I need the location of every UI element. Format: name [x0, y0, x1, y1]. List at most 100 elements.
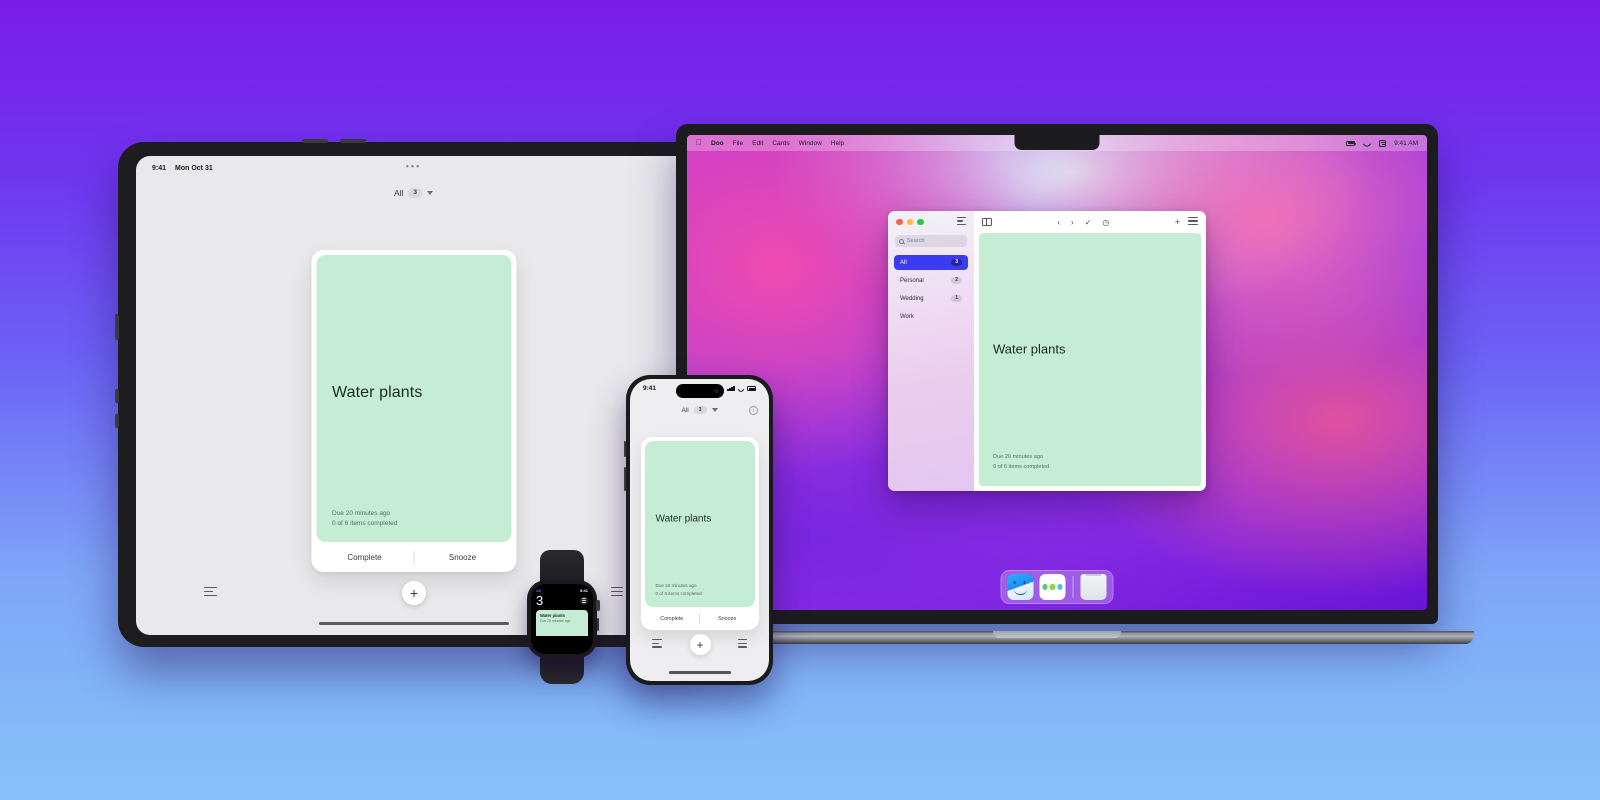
- tablet-volume-down-button[interactable]: [340, 139, 366, 143]
- tablet-card-actions: Complete Snooze: [316, 542, 511, 572]
- tablet-filter-label: All: [393, 188, 404, 198]
- sidebar-item-count: 1: [951, 294, 962, 303]
- toolbar-right-controls: +: [1175, 217, 1198, 227]
- watch-task-card[interactable]: Water plants Due 20 minutes ago: [536, 610, 588, 636]
- watch-screen: All 9:41 3 Water plants Due 20 minutes a…: [531, 584, 593, 654]
- macbook-lid:  Doo File Edit Cards Window Help 9:41 A…: [676, 124, 1438, 624]
- sidebar-item-personal[interactable]: Personal 2: [894, 273, 968, 288]
- wifi-icon[interactable]: [1363, 140, 1371, 146]
- mac-card-meta: Due 20 minutes ago 0 of 6 items complete…: [993, 453, 1049, 473]
- tablet-home-indicator[interactable]: [318, 622, 509, 625]
- complete-check-icon[interactable]: ✓: [1085, 218, 1092, 227]
- watch-count-row: 3: [536, 594, 588, 607]
- iphone-filter-count: 3: [693, 406, 707, 414]
- watch-body: All 9:41 3 Water plants Due 20 minutes a…: [527, 580, 600, 658]
- apple-watch-device: All 9:41 3 Water plants Due 20 minutes a…: [524, 550, 600, 684]
- control-center-icon[interactable]: [1379, 139, 1387, 147]
- tablet-task-card[interactable]: Water plants Due 20 minutes ago 0 of 6 i…: [311, 250, 516, 572]
- hamburger-icon[interactable]: [580, 596, 588, 605]
- sidebar-filter-icon[interactable]: [957, 217, 966, 226]
- close-button[interactable]: [896, 218, 903, 226]
- cellular-signal-icon: [727, 386, 735, 391]
- menu-item-help[interactable]: Help: [831, 140, 844, 147]
- mac-task-card[interactable]: Water plants Due 20 minutes ago 0 of 6 i…: [979, 233, 1201, 486]
- macbook-screen:  Doo File Edit Cards Window Help 9:41 A…: [687, 135, 1427, 610]
- mac-menu-clock[interactable]: 9:41 AM: [1394, 140, 1418, 147]
- app-toolbar: ‹ › ✓ ◷ +: [974, 211, 1206, 233]
- apple-logo-icon[interactable]: : [696, 139, 702, 147]
- iphone-card-title: Water plants: [655, 513, 712, 525]
- mac-card-title: Water plants: [993, 341, 1066, 357]
- iphone-complete-button[interactable]: Complete: [645, 616, 700, 622]
- mac-menu-items:  Doo File Edit Cards Window Help: [696, 139, 844, 147]
- add-icon[interactable]: +: [1175, 217, 1180, 227]
- filter-icon[interactable]: [652, 638, 662, 651]
- tablet-card-body: Water plants Due 20 minutes ago 0 of 6 i…: [316, 255, 511, 542]
- multitask-dots-icon[interactable]: •••: [406, 162, 421, 171]
- search-input[interactable]: Search: [895, 235, 967, 247]
- macbook-base-notch: [993, 631, 1121, 638]
- tablet-volume-up-button[interactable]: [302, 139, 328, 143]
- iphone-add-button[interactable]: +: [689, 634, 711, 655]
- menu-item-edit[interactable]: Edit: [752, 140, 763, 147]
- watch-side-button[interactable]: [596, 618, 599, 631]
- doo-dot-2: [1049, 584, 1056, 590]
- mac-card-progress: 0 of 6 items completed: [993, 464, 1050, 471]
- snooze-clock-icon[interactable]: ◷: [1102, 218, 1109, 227]
- menu-item-cards[interactable]: Cards: [772, 140, 789, 147]
- hamburger-icon[interactable]: [611, 587, 623, 599]
- mac-menu-status: 9:41 AM: [1346, 139, 1418, 147]
- app-sidebar: Search All 3 Personal 2 Wedding 1 Work: [888, 211, 974, 491]
- iphone-volume-down-button[interactable]: [624, 467, 626, 491]
- trash-icon[interactable]: [1080, 574, 1107, 600]
- iphone-card-body: Water plants Due 20 minutes ago 0 of 6 i…: [644, 441, 755, 607]
- tablet-device: 9:41 Mon Oct 31 ••• All 3 Water plants D…: [115, 139, 703, 647]
- search-placeholder: Search: [907, 238, 925, 244]
- tablet-filter-dropdown[interactable]: All 3: [393, 188, 434, 198]
- back-icon[interactable]: ‹: [1057, 218, 1060, 227]
- tablet-snooze-button[interactable]: Snooze: [414, 553, 511, 562]
- iphone-filter-dropdown[interactable]: All 3: [681, 406, 718, 414]
- tablet-complete-button[interactable]: Complete: [316, 553, 413, 562]
- menu-item-file[interactable]: File: [733, 140, 743, 147]
- sidebar-item-work[interactable]: Work: [894, 309, 968, 324]
- list-menu-icon[interactable]: [1188, 217, 1198, 226]
- doo-dot-1: [1042, 584, 1048, 590]
- doo-app-icon[interactable]: [1039, 574, 1066, 600]
- sidebar-item-all[interactable]: All 3: [894, 255, 968, 270]
- sidebar-item-wedding[interactable]: Wedding 1: [894, 291, 968, 306]
- maximize-button[interactable]: [917, 218, 924, 226]
- tablet-side-button-b[interactable]: [115, 414, 119, 428]
- iphone-volume-up-button[interactable]: [624, 441, 626, 457]
- watch-status-row: All 9:41: [536, 588, 588, 593]
- hamburger-icon[interactable]: [738, 638, 747, 651]
- filter-icon[interactable]: [204, 587, 217, 599]
- finder-icon[interactable]: [1007, 574, 1034, 600]
- battery-icon[interactable]: [1346, 140, 1357, 146]
- iphone-home-indicator[interactable]: [668, 671, 731, 674]
- iphone-task-card[interactable]: Water plants Due 20 minutes ago 0 of 6 i…: [640, 437, 759, 630]
- info-icon[interactable]: i: [749, 406, 758, 415]
- tablet-card-meta: Due 20 minutes ago 0 of 6 items complete…: [332, 509, 397, 530]
- iphone-card-meta: Due 20 minutes ago 0 of 6 items complete…: [656, 582, 702, 598]
- dynamic-island: [675, 384, 724, 398]
- sidebar-toggle-icon[interactable]: [982, 218, 992, 226]
- tablet-side-button-a[interactable]: [115, 389, 119, 403]
- tablet-header: All 3: [136, 188, 691, 198]
- window-titlebar: [888, 211, 974, 233]
- doo-dot-3: [1057, 584, 1063, 590]
- iphone-device: 9:41 All 3 i Water plants Due 20 minutes…: [624, 375, 773, 685]
- menu-item-doo[interactable]: Doo: [711, 140, 724, 147]
- tablet-power-button[interactable]: [115, 314, 119, 340]
- digital-crown[interactable]: [596, 600, 600, 611]
- tablet-bottom-toolbar: +: [136, 581, 691, 605]
- menu-item-window[interactable]: Window: [799, 140, 822, 147]
- watch-time: 9:41: [579, 588, 588, 593]
- tablet-filter-count: 3: [408, 188, 423, 198]
- iphone-snooze-button[interactable]: Snooze: [700, 616, 755, 622]
- forward-icon[interactable]: ›: [1071, 218, 1074, 227]
- tablet-add-button[interactable]: +: [402, 581, 426, 605]
- minimize-button[interactable]: [906, 218, 913, 226]
- tablet-status-date: Mon Oct 31: [175, 165, 213, 172]
- tablet-screen: 9:41 Mon Oct 31 ••• All 3 Water plants D…: [136, 156, 691, 635]
